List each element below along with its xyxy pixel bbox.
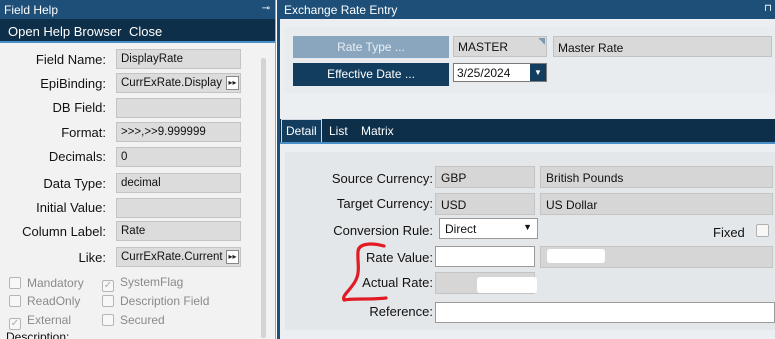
exchange-rate-title: Exchange Rate Entry bbox=[284, 3, 398, 17]
checkbox-icon bbox=[102, 314, 114, 326]
redaction-mark bbox=[477, 277, 537, 293]
data-type-field[interactable]: decimal bbox=[116, 173, 241, 193]
decimals-label: Decimals: bbox=[48, 149, 106, 164]
rate-type-button[interactable]: Rate Type ... bbox=[293, 36, 449, 58]
rate-value-input[interactable] bbox=[435, 246, 535, 267]
readonly-checkbox[interactable]: ReadOnly bbox=[9, 294, 80, 308]
secured-checkbox[interactable]: Secured bbox=[102, 313, 165, 327]
systemflag-checkbox[interactable]: ✓ SystemFlag bbox=[102, 275, 183, 292]
fixed-checkbox[interactable] bbox=[756, 224, 769, 237]
format-label: Format: bbox=[61, 125, 106, 140]
conversion-rule-select[interactable]: Direct ▼ bbox=[439, 218, 538, 239]
tab-bar: Detail List Matrix bbox=[280, 119, 775, 143]
checkbox-icon bbox=[9, 277, 21, 289]
external-checkbox[interactable]: ✓ External bbox=[9, 313, 71, 330]
checkbox-icon bbox=[9, 295, 21, 307]
pin-icon[interactable]: ⊓ bbox=[761, 1, 775, 17]
db-field-label: DB Field: bbox=[52, 100, 106, 115]
initial-value-field[interactable] bbox=[116, 198, 241, 218]
rate-type-description-field: Master Rate bbox=[553, 36, 772, 57]
like-label: Like: bbox=[78, 250, 106, 265]
target-currency-code-field[interactable]: USD bbox=[435, 193, 535, 215]
field-name-label: Field Name: bbox=[35, 52, 106, 67]
effective-date-button[interactable]: Effective Date ... bbox=[293, 63, 449, 86]
pin-icon[interactable]: ⊸ bbox=[258, 1, 274, 17]
reference-label: Reference: bbox=[369, 304, 433, 319]
field-help-title: Field Help bbox=[4, 3, 59, 17]
db-field-field[interactable] bbox=[116, 98, 241, 118]
field-help-scrollbar[interactable] bbox=[261, 58, 266, 338]
checkmark-icon: ✓ bbox=[9, 318, 21, 330]
column-label-label: Column Label: bbox=[22, 224, 106, 239]
checkbox-icon bbox=[102, 295, 114, 307]
tab-matrix[interactable]: Matrix bbox=[361, 119, 394, 143]
tab-underline bbox=[280, 142, 775, 144]
reference-input[interactable] bbox=[435, 302, 775, 323]
column-label-field[interactable]: Rate bbox=[116, 221, 241, 241]
close-button[interactable]: Close bbox=[129, 24, 162, 39]
open-help-browser-button[interactable]: Open Help Browser bbox=[8, 24, 121, 39]
redaction-mark bbox=[547, 249, 605, 263]
decimals-field[interactable]: 0 bbox=[116, 147, 241, 167]
chevron-down-icon: ▼ bbox=[523, 222, 532, 232]
field-help-title-bar: Field Help ⊸ bbox=[0, 0, 275, 19]
target-currency-name-field: US Dollar bbox=[540, 193, 773, 215]
fixed-label: Fixed bbox=[713, 225, 745, 240]
tab-detail[interactable]: Detail bbox=[281, 119, 322, 143]
initial-value-label: Initial Value: bbox=[36, 200, 106, 215]
epibinding-field[interactable]: CurrExRate.Display ▸▸ bbox=[116, 73, 241, 93]
like-field[interactable]: CurrExRate.Current ▸▸ bbox=[116, 247, 241, 267]
conversion-rule-label: Conversion Rule: bbox=[333, 223, 433, 238]
format-field[interactable]: >>>,>>9.999999 bbox=[116, 122, 241, 142]
source-currency-name-field: British Pounds bbox=[540, 166, 773, 188]
tab-list[interactable]: List bbox=[329, 119, 348, 143]
effective-date-input[interactable]: 3/25/2024 ▼ bbox=[453, 63, 547, 82]
chevron-down-icon[interactable]: ▼ bbox=[530, 64, 546, 81]
epibinding-lookup-icon[interactable]: ▸▸ bbox=[226, 76, 239, 90]
mandatory-checkbox[interactable]: Mandatory bbox=[9, 276, 84, 290]
epibinding-label: EpiBinding: bbox=[40, 76, 106, 91]
like-lookup-icon[interactable]: ▸▸ bbox=[226, 250, 239, 264]
exchange-rate-title-bar: Exchange Rate Entry ⊓ bbox=[280, 0, 775, 19]
source-currency-label: Source Currency: bbox=[331, 171, 433, 186]
data-type-label: Data Type: bbox=[43, 176, 106, 191]
red-annotation-bracket bbox=[342, 242, 388, 302]
checkmark-icon: ✓ bbox=[102, 280, 114, 292]
description-field-checkbox[interactable]: Description Field bbox=[102, 294, 209, 308]
field-help-menu: Open Help Browser Close bbox=[0, 19, 275, 43]
description-label: Description: bbox=[6, 330, 70, 339]
rate-type-code-field[interactable]: MASTER bbox=[453, 36, 547, 57]
corner-marker-icon bbox=[538, 38, 545, 45]
target-currency-label: Target Currency: bbox=[336, 196, 433, 211]
source-currency-code-field[interactable]: GBP bbox=[435, 166, 535, 188]
field-name-field[interactable]: DisplayRate bbox=[116, 49, 241, 69]
field-help-panel: Field Help ⊸ Open Help Browser Close Fie… bbox=[0, 0, 276, 339]
